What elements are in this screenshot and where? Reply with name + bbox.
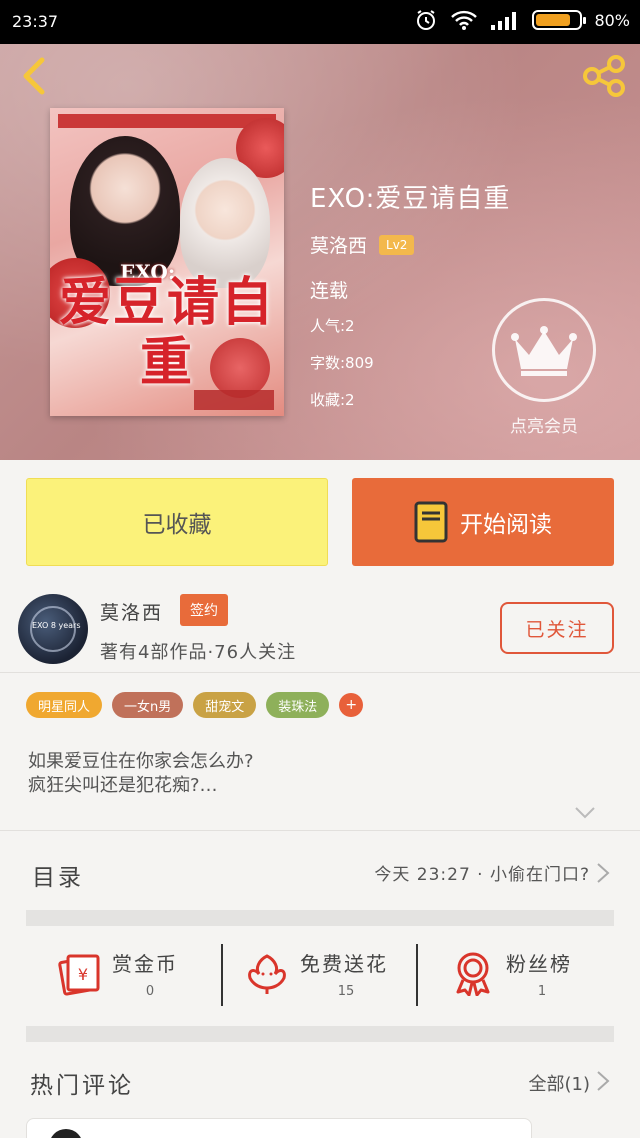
separator bbox=[416, 944, 418, 1006]
free-flower-button[interactable]: 免费送花 15 bbox=[244, 928, 404, 1024]
alarm-icon bbox=[417, 10, 436, 30]
vip-label: 点亮会员 bbox=[510, 417, 578, 437]
all-comments-link[interactable]: 全部(1) bbox=[529, 1070, 591, 1096]
summary-line: 如果爱豆住在你家会怎么办? bbox=[28, 751, 254, 772]
share-icon[interactable] bbox=[580, 54, 628, 98]
section-gap bbox=[26, 910, 614, 926]
book-cover[interactable]: EXO: 爱豆请自重 bbox=[50, 108, 284, 416]
tag-item[interactable]: 一女n男 bbox=[112, 692, 184, 718]
author-name[interactable]: 莫洛西 bbox=[100, 598, 163, 625]
fan-ranking-button[interactable]: 粉丝榜 1 bbox=[450, 928, 600, 1024]
signal-icon bbox=[491, 12, 517, 30]
more-tags-button[interactable]: + bbox=[339, 693, 364, 717]
flower-icon bbox=[248, 954, 286, 994]
hot-comments-label: 热门评论 bbox=[30, 1073, 134, 1099]
chevron-down-icon[interactable] bbox=[574, 806, 596, 820]
gift-value: 15 bbox=[337, 984, 355, 999]
comment-card[interactable] bbox=[26, 1118, 532, 1138]
svg-text:¥: ¥ bbox=[78, 965, 88, 984]
crown-icon bbox=[511, 326, 577, 376]
status-icons: 80% bbox=[414, 8, 630, 32]
tag-item[interactable]: 甜宠文 bbox=[193, 692, 257, 718]
author-avatar[interactable]: EXO 8 years bbox=[18, 594, 88, 664]
book-summary[interactable]: 如果爱豆住在你家会怎么办? 疯狂尖叫还是犯花痴?… bbox=[28, 750, 254, 798]
hot-comments-header: 热门评论 全部(1) bbox=[0, 1058, 640, 1106]
avatar-text: EXO 8 years bbox=[32, 621, 81, 630]
back-icon[interactable] bbox=[14, 54, 54, 98]
cover-art-title: 爱豆请自重 bbox=[58, 272, 275, 393]
level-badge: Lv2 bbox=[379, 234, 415, 255]
chevron-right-icon[interactable] bbox=[596, 1070, 610, 1092]
start-reading-button[interactable]: 开始阅读 bbox=[352, 478, 614, 566]
signed-badge: 签约 bbox=[180, 594, 228, 626]
gift-label: 粉丝榜 bbox=[506, 952, 572, 976]
tag-list: 明星同人 一女n男 甜宠文 装珠法 + bbox=[26, 692, 364, 718]
tag-item[interactable]: 装珠法 bbox=[266, 692, 330, 718]
reward-coin-icon: ¥ bbox=[58, 954, 100, 996]
summary-line: 疯狂尖叫还是犯花痴?… bbox=[28, 775, 218, 796]
separator bbox=[221, 944, 223, 1006]
follow-button[interactable]: 已关注 bbox=[500, 602, 614, 654]
gift-label: 赏金币 bbox=[112, 952, 178, 976]
book-icon bbox=[414, 501, 448, 543]
start-reading-label: 开始阅读 bbox=[460, 512, 552, 538]
comment-avatar[interactable] bbox=[49, 1129, 83, 1138]
word-count: 字数:809 bbox=[310, 354, 374, 372]
gift-value: 0 bbox=[145, 984, 155, 999]
cover-banner bbox=[58, 114, 276, 128]
divider bbox=[0, 830, 640, 831]
book-author-line: 莫洛西 Lv2 bbox=[310, 231, 510, 258]
book-info: EXO:爱豆请自重 莫洛西 Lv2 连载 人气:2 字数:809 收藏:2 bbox=[310, 178, 510, 410]
cover-credit bbox=[194, 390, 274, 410]
catalog-label: 目录 bbox=[32, 865, 84, 891]
catalog-row[interactable]: 目录 今天 23:27 · 小偷在门口? bbox=[0, 832, 640, 910]
collected-button[interactable]: 已收藏 bbox=[26, 478, 328, 566]
battery-icon bbox=[532, 10, 587, 30]
popularity: 人气:2 bbox=[310, 317, 355, 335]
divider bbox=[0, 672, 640, 673]
author-stats: 著有4部作品·76人关注 bbox=[100, 642, 297, 663]
book-author[interactable]: 莫洛西 bbox=[310, 231, 367, 258]
latest-chapter: 今天 23:27 · 小偷在门口? bbox=[374, 865, 590, 885]
vip-button[interactable] bbox=[492, 298, 596, 402]
chevron-right-icon bbox=[597, 863, 610, 883]
author-card[interactable]: EXO 8 years 莫洛西 签约 著有4部作品·76人关注 已关注 bbox=[0, 586, 640, 672]
cover-figure bbox=[180, 158, 270, 288]
book-status: 连载 bbox=[310, 280, 349, 302]
battery-text: 80% bbox=[594, 10, 630, 30]
status-bar: 23:37 80% bbox=[0, 0, 640, 44]
gift-label: 免费送花 bbox=[300, 952, 388, 976]
section-gap bbox=[26, 1026, 614, 1042]
fan-ranking-icon bbox=[456, 952, 490, 996]
gift-row: ¥ 赏金币 0 免费送花 15 粉丝榜 1 bbox=[0, 928, 640, 1024]
reward-coin-button[interactable]: ¥ 赏金币 0 bbox=[56, 928, 206, 1024]
favorites-count: 收藏:2 bbox=[310, 391, 355, 409]
wifi-icon bbox=[451, 10, 478, 30]
status-time: 23:37 bbox=[12, 12, 59, 31]
tag-item[interactable]: 明星同人 bbox=[26, 692, 103, 718]
book-title: EXO:爱豆请自重 bbox=[310, 184, 511, 214]
gift-value: 1 bbox=[537, 984, 547, 999]
